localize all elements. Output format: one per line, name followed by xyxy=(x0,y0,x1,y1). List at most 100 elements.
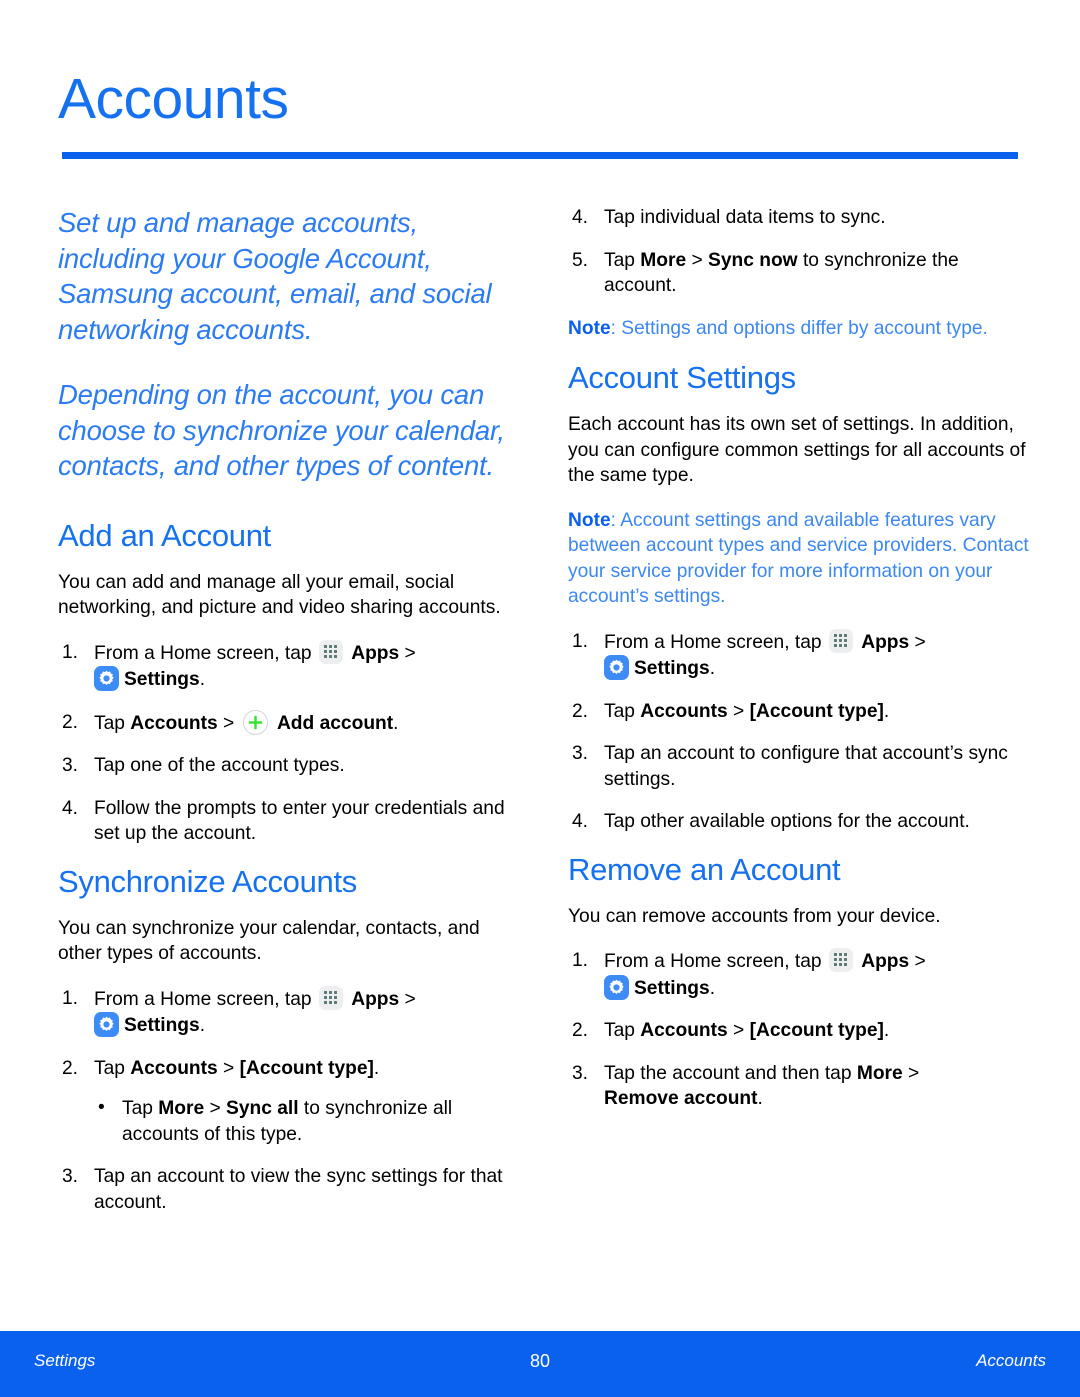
note-sync: Note: Settings and options differ by acc… xyxy=(568,316,1030,342)
more-label: More xyxy=(856,1062,903,1084)
step-text-pre: From a Home screen, tap xyxy=(94,988,312,1010)
step-number: 4. xyxy=(62,797,79,819)
step-text: Tap one of the account types. xyxy=(94,755,345,776)
more-label: More xyxy=(158,1098,205,1119)
list-item: 3. Tap an account to view the sync settin… xyxy=(58,1164,520,1215)
account-type-label: [Account type] xyxy=(749,700,884,722)
step-text-pre: Tap xyxy=(94,712,125,734)
page-footer: Settings 80 Accounts xyxy=(0,1331,1080,1397)
footer-section-label: Accounts xyxy=(976,1351,1046,1370)
right-column: 4. Tap individual data items to sync. 5. T… xyxy=(568,205,1030,1129)
settings-gear-icon xyxy=(94,666,119,691)
left-column: Set up and manage accounts, including yo… xyxy=(58,205,520,1232)
settings-label: Settings xyxy=(124,669,200,690)
step-text: Follow the prompts to enter your credent… xyxy=(94,797,505,845)
list-item: 2. Tap Accounts > [Account type]. xyxy=(568,1018,1030,1044)
page-title: Accounts xyxy=(58,67,289,131)
accounts-label: Accounts xyxy=(130,712,218,734)
synchronize-substeps: • Tap More > Sync all to synchronize all … xyxy=(94,1096,520,1147)
list-item: 5. Tap More > Sync now to synchronize the… xyxy=(568,248,1030,299)
step-period: . xyxy=(373,1057,380,1079)
note-text: : Account settings and available feature… xyxy=(568,509,1029,608)
step-number: 3. xyxy=(572,1062,589,1084)
step-number: 2. xyxy=(572,700,589,722)
step-text-pre: Tap the account and then tap xyxy=(604,1062,852,1084)
step-text-pre: Tap xyxy=(604,700,635,722)
bullet-marker: • xyxy=(98,1097,105,1118)
list-item: 1. From a Home screen, tap Apps > Setting… xyxy=(58,985,520,1039)
step-text: Tap individual data items to sync. xyxy=(604,207,886,228)
chevron-separator: > xyxy=(223,712,235,734)
step-period: . xyxy=(393,712,399,734)
section-heading-account-settings: Account Settings xyxy=(568,360,796,395)
settings-label: Settings xyxy=(124,1015,200,1036)
step-number: 4. xyxy=(572,811,589,832)
step-text-pre: Tap xyxy=(604,249,635,271)
remove-account-label: Remove account xyxy=(604,1088,758,1109)
accounts-label: Accounts xyxy=(130,1057,218,1079)
step-text: Tap an account to view the sync settings… xyxy=(94,1166,503,1213)
list-item: 1. From a Home screen, tap Apps > Setting… xyxy=(568,628,1030,682)
section-heading-remove-an-account: Remove an Account xyxy=(568,851,841,887)
apps-icon xyxy=(318,639,343,664)
add-plus-icon xyxy=(242,709,268,735)
list-item: 4. Tap other available options for the ac… xyxy=(568,809,1030,835)
note-label: Note xyxy=(568,509,611,531)
section-heading-synchronize-accounts: Synchronize Accounts xyxy=(58,863,358,899)
list-item: 3. Tap one of the account types. xyxy=(58,753,520,779)
add-account-label: Add account xyxy=(276,712,394,734)
step-number: 1. xyxy=(62,641,79,663)
step-number: 5. xyxy=(572,249,589,271)
add-account-steps: 1. From a Home screen, tap Apps > Setting… xyxy=(58,639,520,847)
step-number: 2. xyxy=(62,711,79,733)
apps-label: Apps xyxy=(861,631,910,653)
step-text-pre: Tap xyxy=(604,1020,635,1041)
manual-page: Accounts Set up and manage accounts, inc… xyxy=(0,0,1080,1397)
lead-paragraph-1: Set up and manage accounts, including yo… xyxy=(58,207,492,345)
list-item: 2. Tap Accounts > Add account. xyxy=(58,709,520,737)
step-period: . xyxy=(709,977,716,999)
list-item: 1. From a Home screen, tap Apps > Setting… xyxy=(568,948,1030,1001)
step-period: . xyxy=(883,1020,890,1041)
apps-icon xyxy=(828,948,853,972)
step-text-pre: From a Home screen, tap xyxy=(94,642,312,664)
account-settings-steps: 1. From a Home screen, tap Apps > Setting… xyxy=(568,628,1030,835)
step-text-pre: Tap xyxy=(94,1057,125,1079)
step-number: 3. xyxy=(572,743,589,764)
lead-paragraph-2: Depending on the account, you can choose… xyxy=(58,379,505,481)
apps-icon xyxy=(318,985,343,1010)
accounts-label: Accounts xyxy=(640,1020,728,1041)
list-item: 4. Tap individual data items to sync. xyxy=(568,205,1030,231)
chevron-separator: > xyxy=(404,642,416,664)
step-number: 2. xyxy=(62,1057,79,1079)
chevron-separator: > xyxy=(209,1098,221,1119)
step-number: 4. xyxy=(572,207,589,228)
note-account-settings: Note: Account settings and available fea… xyxy=(568,508,1030,610)
step-period: . xyxy=(883,700,890,722)
list-item: 3. Tap the account and then tap More > Re… xyxy=(568,1061,1030,1112)
step-period: . xyxy=(757,1088,763,1109)
chevron-separator: > xyxy=(404,988,416,1010)
settings-label: Settings xyxy=(634,658,710,679)
account-type-label: [Account type] xyxy=(239,1057,374,1079)
list-item: • Tap More > Sync all to synchronize all … xyxy=(94,1096,520,1147)
apps-icon xyxy=(828,628,853,653)
chevron-separator: > xyxy=(733,700,745,722)
list-item: 2. Tap Accounts > [Account type]. xyxy=(568,699,1030,725)
sync-now-label: Sync now xyxy=(708,249,798,271)
synchronize-accounts-steps-continued: 4. Tap individual data items to sync. 5. T… xyxy=(568,205,1030,299)
apps-label: Apps xyxy=(861,951,910,972)
title-divider xyxy=(62,152,1018,159)
add-account-intro: You can add and manage all your email, s… xyxy=(58,571,501,619)
step-text-pre: From a Home screen, tap xyxy=(604,631,822,653)
chevron-separator: > xyxy=(223,1057,235,1079)
list-item: 3. Tap an account to configure that accou… xyxy=(568,741,1030,792)
chevron-separator: > xyxy=(691,249,703,271)
step-text: Tap an account to configure that account… xyxy=(604,743,1008,790)
step-period: . xyxy=(199,669,206,690)
step-text: Tap other available options for the acco… xyxy=(604,811,970,832)
footer-page-number: 80 xyxy=(529,1351,551,1371)
substep-text-pre: Tap xyxy=(122,1098,153,1119)
list-item: 4. Follow the prompts to enter your crede… xyxy=(58,796,520,847)
settings-gear-icon xyxy=(94,1012,119,1037)
